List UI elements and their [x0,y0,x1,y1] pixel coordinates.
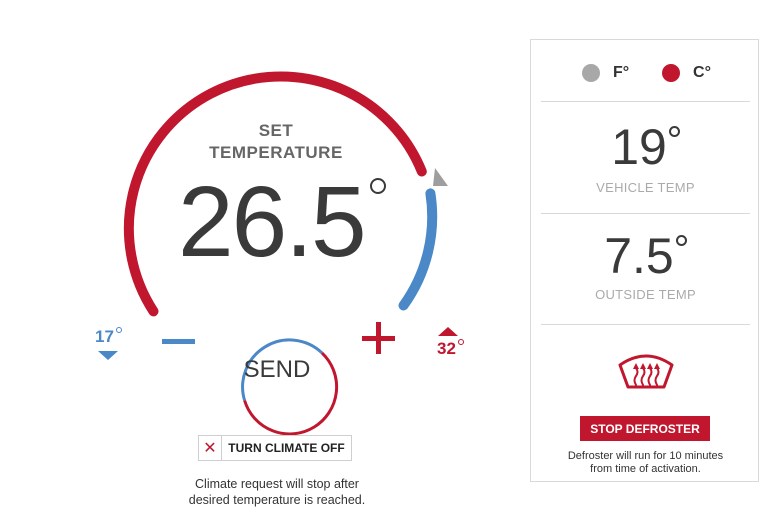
status-panel: F° C° 19 VEHICLE TEMP 7.5 OUTSIDE TEMP S… [530,39,759,482]
rear-defrost-icon [618,354,674,389]
decrease-temp-button[interactable] [160,333,196,349]
climate-note: Climate request will stop after desired … [170,476,384,508]
unit-c-label: C° [693,64,711,81]
defroster-note-line2: from time of activation. [590,463,701,475]
degree-symbol [457,339,464,345]
degree-symbol [675,235,687,246]
vehicle-temp-label: VEHICLE TEMP [596,180,695,195]
radio-c-icon [662,64,680,82]
climate-note-line1: Climate request will stop after [195,477,359,491]
unit-f-label: F° [613,64,630,81]
turn-climate-off-label: TURN CLIMATE OFF [228,441,345,455]
unit-celsius-option[interactable]: C° [662,64,711,82]
min-temp-value: 17 [95,327,114,346]
outside-temp-value: 7.5 [531,231,760,281]
stop-defroster-button[interactable]: STOP DEFROSTER [580,416,710,441]
climate-note-line2: desired temperature is reached. [188,493,366,507]
defroster-note: Defroster will run for 10 minutes from t… [541,450,750,476]
min-temp-limit: 17 [95,327,122,347]
increase-temp-button[interactable] [360,319,398,357]
minus-icon [162,339,195,344]
send-button[interactable]: SEND [228,321,326,419]
divider [541,101,750,102]
dial-cool-arc [398,188,438,311]
divider [541,213,750,214]
degree-symbol [668,126,680,137]
set-temperature-value: 26.5 [178,166,367,278]
turn-climate-off-button[interactable]: ✕ TURN CLIMATE OFF [198,435,352,461]
unit-fahrenheit-option[interactable]: F° [582,64,629,82]
divider [541,324,750,325]
degree-symbol [370,178,386,194]
outside-temp-label: OUTSIDE TEMP [595,287,696,302]
defroster-note-line1: Defroster will run for 10 minutes [567,450,724,462]
set-temperature-label-line2: TEMPERATURE [209,143,343,162]
vehicle-temp-value: 19 [531,122,760,172]
close-icon: ✕ [199,436,222,460]
dial-position-marker[interactable] [433,168,448,186]
degree-symbol [115,327,122,333]
max-temp-value: 32 [437,339,456,358]
set-temperature-label-line1: SET [258,121,294,140]
radio-f-icon [582,64,600,82]
max-temp-limit: 32 [437,339,464,359]
min-temp-arrow-icon [98,351,118,360]
max-temp-arrow-icon [438,327,458,336]
